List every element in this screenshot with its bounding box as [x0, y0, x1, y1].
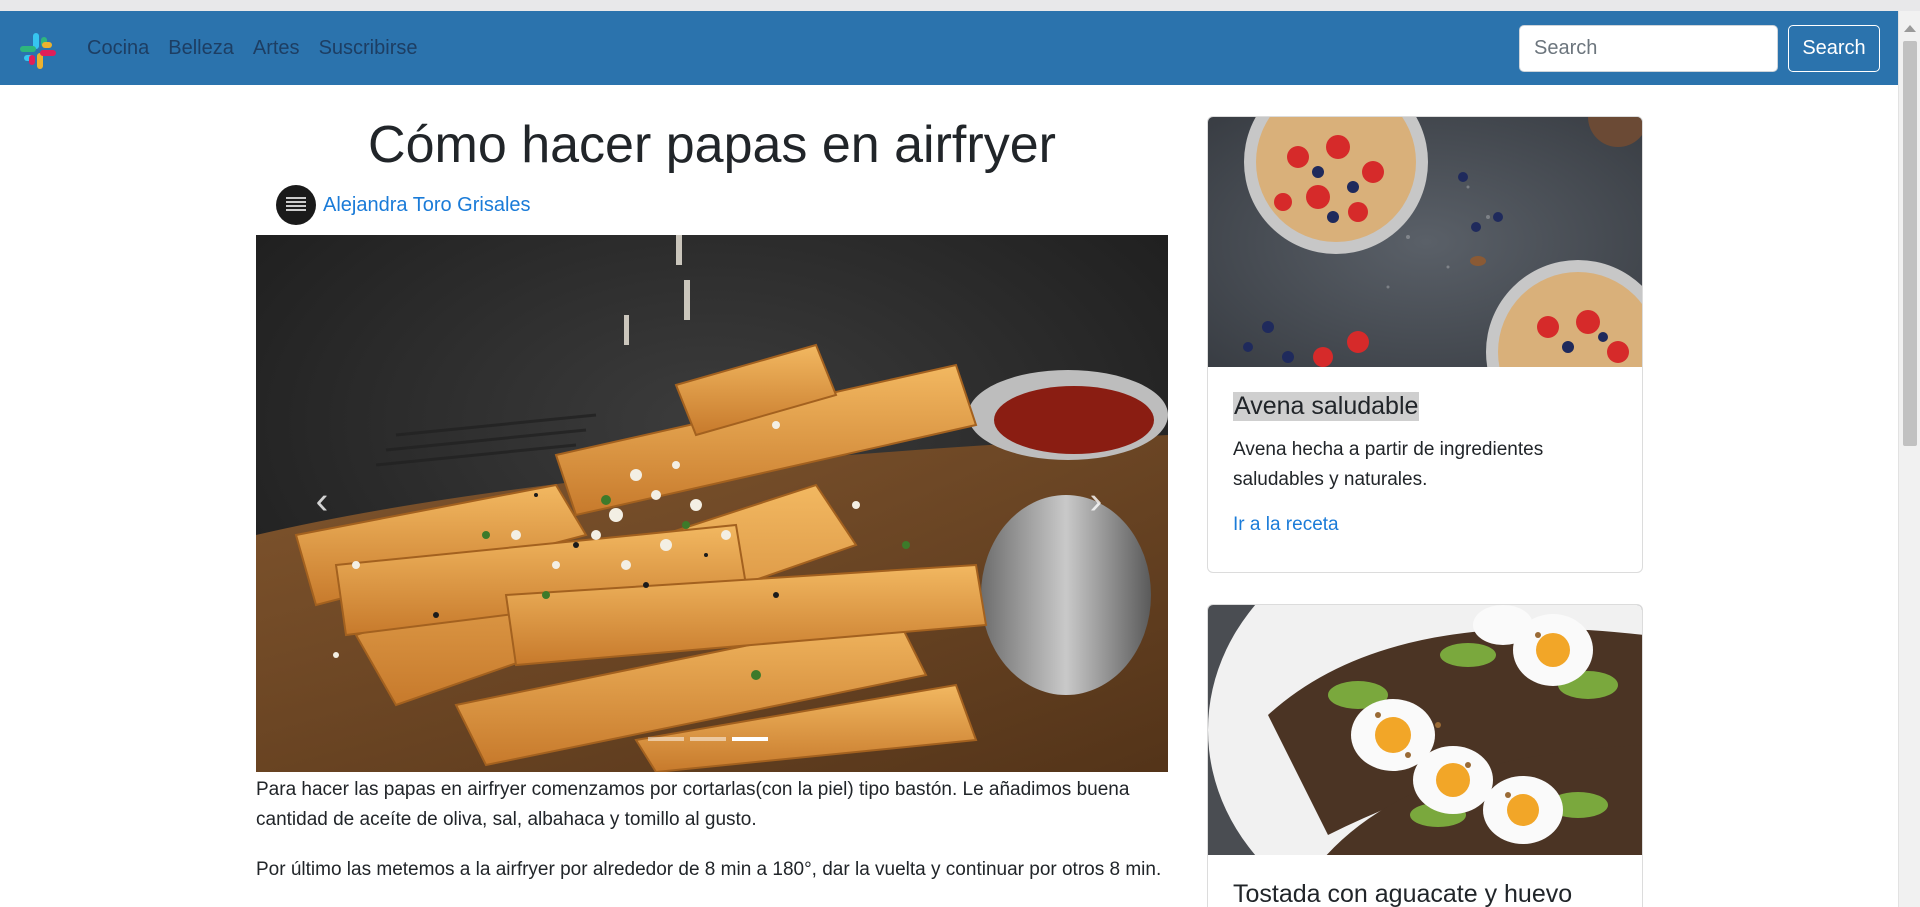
- author-byline: Alejandra Toro Grisales: [276, 185, 531, 225]
- carousel-indicator-2[interactable]: [690, 737, 726, 741]
- article-paragraph-2: Por último las metemos a la airfryer por…: [256, 859, 1162, 880]
- browser-top-strip: [0, 0, 1920, 11]
- slack-style-logo-icon[interactable]: [18, 31, 58, 71]
- scrollbar-thumb[interactable]: [1903, 41, 1917, 446]
- card-title-tostada: Tostada con aguacate y huevo: [1233, 880, 1573, 907]
- tostada-image: [1208, 605, 1642, 855]
- nav-link-belleza[interactable]: Belleza: [168, 37, 234, 60]
- nav-links: Cocina Belleza Artes Suscribirse: [87, 11, 436, 85]
- image-carousel[interactable]: ‹ ›: [256, 235, 1168, 772]
- avatar: [276, 185, 316, 225]
- article-paragraph-1: Para hacer las papas en airfryer comenza…: [256, 779, 1130, 830]
- carousel-prev-icon[interactable]: ‹: [302, 471, 342, 531]
- nav-link-suscribirse[interactable]: Suscribirse: [319, 37, 418, 60]
- page-title: Cómo hacer papas en airfryer: [368, 116, 1056, 174]
- search-input[interactable]: [1519, 25, 1778, 72]
- carousel-indicators: [648, 737, 768, 741]
- avena-image: [1208, 117, 1642, 367]
- fries-photo: [256, 235, 1168, 772]
- carousel-indicator-3[interactable]: [732, 737, 768, 741]
- card-title-avena: Avena saludable: [1233, 392, 1420, 421]
- page-scrollbar[interactable]: [1898, 11, 1920, 907]
- card-link-avena[interactable]: Ir a la receta: [1233, 514, 1617, 536]
- recipe-card-tostada: Tostada con aguacate y huevo: [1207, 604, 1643, 907]
- recipe-card-avena: Avena saludable Avena hecha a partir de …: [1207, 116, 1643, 573]
- navbar: Cocina Belleza Artes Suscribirse Search: [0, 11, 1898, 85]
- carousel-next-icon[interactable]: ›: [1076, 471, 1116, 531]
- nav-link-artes[interactable]: Artes: [253, 37, 300, 60]
- nav-link-cocina[interactable]: Cocina: [87, 37, 149, 60]
- author-link[interactable]: Alejandra Toro Grisales: [323, 194, 531, 217]
- card-text-avena: Avena hecha a partir de ingredientes sal…: [1233, 439, 1544, 490]
- search-button[interactable]: Search: [1788, 25, 1880, 72]
- carousel-indicator-1[interactable]: [648, 737, 684, 741]
- scroll-up-arrow-icon[interactable]: [1904, 25, 1916, 32]
